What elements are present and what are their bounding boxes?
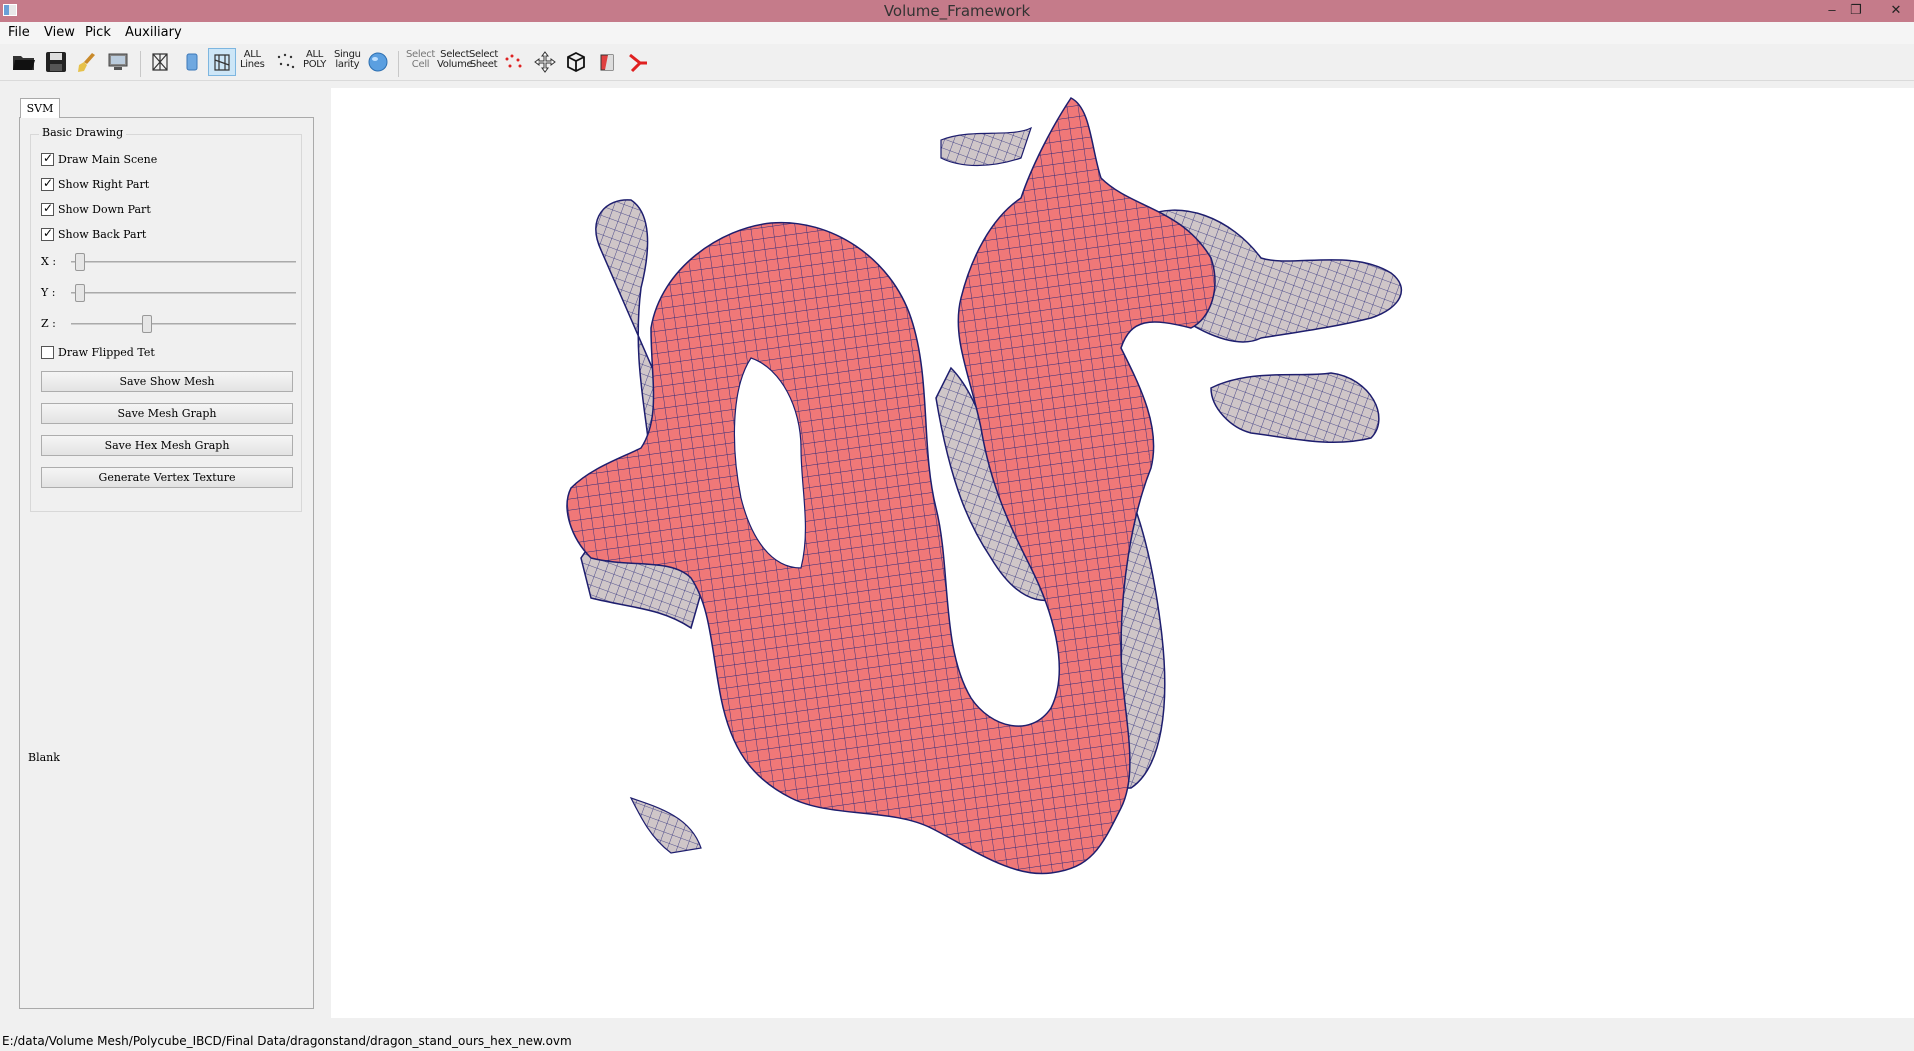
title-bar: Volume_Framework – ❐ ✕ [0, 0, 1914, 22]
x-slider-row: X : [41, 252, 301, 272]
y-slider-row: Y : [41, 283, 301, 303]
menu-bar: File View Pick Auxiliary [0, 22, 1914, 44]
app-window: Volume_Framework – ❐ ✕ File View Pick Au… [0, 0, 1914, 1051]
save-icon[interactable] [42, 48, 70, 76]
restore-button[interactable]: ❐ [1842, 0, 1870, 20]
status-bar: E:/data/Volume Mesh/Polycube_IBCD/Final … [0, 1031, 1914, 1051]
dragon-hex-mesh [566, 97, 1403, 875]
save-show-mesh-button[interactable]: Save Show Mesh [41, 371, 293, 392]
control-panel: Basic Drawing Draw Main Scene Show Right… [19, 117, 314, 1009]
checkbox-box[interactable] [41, 176, 54, 191]
select-sheet-button[interactable]: Select Sheet [469, 50, 498, 70]
checkbox-box[interactable] [41, 345, 54, 359]
tab-svm[interactable]: SVM [20, 98, 60, 118]
screenshot-icon[interactable] [104, 48, 132, 76]
blank-label: Blank [28, 751, 60, 764]
solid-cylinder-icon[interactable] [178, 48, 206, 76]
select-cell-button[interactable]: Select Cell [406, 50, 435, 70]
wireframe-cube-icon[interactable] [146, 48, 174, 76]
save-hex-mesh-graph-button[interactable]: Save Hex Mesh Graph [41, 435, 293, 456]
select-volume-button[interactable]: Select Volume [437, 50, 473, 70]
toolbar-separator [398, 51, 399, 77]
group-title: Basic Drawing [39, 126, 127, 139]
broom-icon[interactable] [73, 48, 101, 76]
dotted-points-icon[interactable] [272, 48, 300, 76]
move-arrows-icon[interactable] [531, 48, 559, 76]
all-lines-button[interactable]: ALL Lines [240, 50, 265, 70]
mesh-pink-region [566, 97, 1216, 875]
draw-flipped-tet-checkbox[interactable]: Draw Flipped Tet [41, 344, 155, 360]
basic-drawing-group: Basic Drawing Draw Main Scene Show Right… [30, 126, 302, 512]
cube-icon[interactable] [562, 48, 590, 76]
toolbar: ALL Lines ALL POLY Singu larity Select Cell … [0, 45, 1914, 81]
close-button[interactable]: ✕ [1882, 0, 1910, 20]
menu-file[interactable]: File [8, 25, 30, 40]
save-mesh-graph-button[interactable]: Save Mesh Graph [41, 403, 293, 424]
open-folder-icon[interactable] [10, 48, 38, 76]
checkbox-box[interactable] [41, 201, 54, 216]
draw-main-scene-checkbox[interactable]: Draw Main Scene [41, 151, 157, 167]
hex-wire-icon[interactable] [208, 48, 236, 76]
show-down-part-checkbox[interactable]: Show Down Part [41, 201, 151, 217]
all-poly-button[interactable]: ALL POLY [303, 50, 326, 70]
menu-view[interactable]: View [44, 25, 75, 40]
toolbar-separator [140, 51, 141, 77]
checkbox-box[interactable] [41, 226, 54, 241]
menu-pick[interactable]: Pick [85, 25, 111, 40]
z-slider-handle[interactable] [141, 315, 152, 333]
menu-auxiliary[interactable]: Auxiliary [125, 25, 182, 40]
sphere-icon[interactable] [364, 48, 392, 76]
file-path-status: E:/data/Volume Mesh/Polycube_IBCD/Final … [2, 1034, 572, 1048]
3d-viewport[interactable] [331, 88, 1914, 1018]
show-right-part-checkbox[interactable]: Show Right Part [41, 176, 149, 192]
checkbox-box[interactable] [41, 151, 54, 166]
x-slider-track[interactable] [71, 261, 296, 263]
window-title: Volume_Framework [883, 2, 1031, 20]
y-slider-handle[interactable] [75, 284, 86, 302]
y-slider-track[interactable] [71, 292, 296, 294]
show-back-part-checkbox[interactable]: Show Back Part [41, 226, 146, 242]
x-slider-handle[interactable] [75, 253, 86, 271]
red-slice-icon[interactable] [593, 48, 621, 76]
z-slider-row: Z : [41, 314, 301, 334]
red-points-icon[interactable] [500, 48, 528, 76]
z-slider-track[interactable] [71, 323, 296, 325]
generate-vertex-texture-button[interactable]: Generate Vertex Texture [41, 467, 293, 488]
red-arrow-icon[interactable] [624, 48, 652, 76]
singularity-button[interactable]: Singu larity [334, 50, 361, 70]
